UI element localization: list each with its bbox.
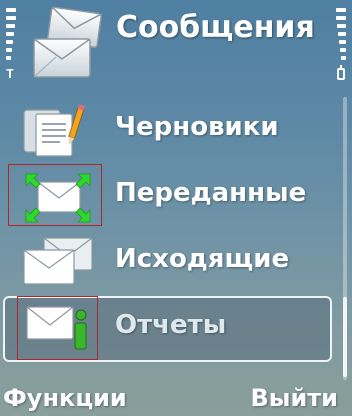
battery-icon: [337, 65, 345, 80]
list-item-sent[interactable]: Переданные: [0, 164, 340, 228]
list-item-drafts[interactable]: Черновики: [0, 98, 340, 162]
drafts-icon: [20, 102, 96, 160]
outbox-icon: [20, 234, 96, 292]
battery-indicator: [332, 8, 346, 80]
signal-strength-indicator: 𝚻: [4, 8, 18, 81]
list-item-label: Переданные: [115, 178, 307, 208]
options-softkey[interactable]: Функции: [3, 384, 127, 412]
highlight-box: [8, 164, 102, 226]
list-item-outbox[interactable]: Исходящие: [0, 230, 340, 294]
antenna-icon: 𝚻: [6, 67, 14, 81]
messaging-envelopes-icon: [30, 5, 112, 83]
list-item-reports[interactable]: Отчеты: [3, 296, 332, 362]
scrollbar[interactable]: [343, 97, 347, 380]
list-item-label: Черновики: [115, 112, 279, 142]
list-item-label: Исходящие: [115, 244, 290, 274]
exit-softkey[interactable]: Выйти: [250, 384, 338, 412]
scrollbar-thumb[interactable]: [343, 297, 347, 377]
highlight-box: [17, 296, 98, 360]
page-title: Сообщения: [116, 10, 315, 45]
list-item-label: Отчеты: [115, 310, 227, 340]
